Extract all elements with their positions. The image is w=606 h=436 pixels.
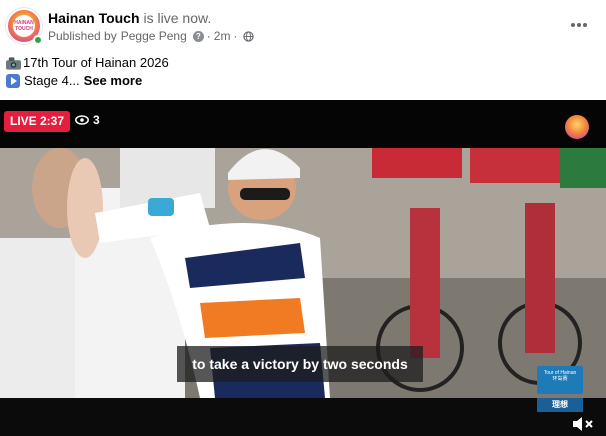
live-video-player[interactable]: LIVE 2:37 3 to take a victory by two sec… [0,100,606,436]
video-top-bar: LIVE 2:37 3 [0,100,606,148]
viewer-count-number: 3 [93,113,100,127]
sponsor-watermark: Tour of Hainan 环岛赛 理想 [537,366,583,414]
broadcaster-logo [565,115,589,139]
speaker-muted-icon[interactable] [571,414,595,434]
see-more-link[interactable]: See more [84,72,143,90]
meta-separator: · [206,29,211,43]
post-header: HAINAN TOUCH Hainan Touch is live now. Pu… [0,0,606,52]
more-options-icon[interactable] [568,14,590,36]
published-by-label: Published by [48,29,117,43]
live-badge: LIVE 2:37 [4,111,71,132]
live-status-text: is live now. [143,10,212,26]
post-text-line-2: Stage 4... See more [6,72,169,90]
post-body-text: Stage 4... [24,73,80,88]
header-meta-line: Published by Pegge Peng ? · 2m · [48,28,255,44]
online-status-dot [33,35,43,45]
post-text-line-1: 17th Tour of Hainan 2026 [6,54,169,72]
eye-icon [75,115,89,125]
video-bottom-strip [0,398,606,436]
header-title-line: Hainan Touch is live now. [48,9,211,27]
page-name-link[interactable]: Hainan Touch [48,10,140,26]
post-text: 17th Tour of Hainan 2026 Stage 4... See … [6,54,169,90]
meta-separator: · [233,29,238,43]
camera-emoji-icon [6,56,21,70]
tour-logo-text-cn: 环岛赛 [552,376,568,382]
post-time[interactable]: 2m [214,28,231,44]
play-button-emoji-icon [6,74,20,88]
video-subtitle: to take a victory by two seconds [177,346,423,382]
sponsor-logo: 理想 [537,398,583,412]
avatar-logo-text: HAINAN TOUCH [13,15,35,37]
info-icon[interactable]: ? [192,30,204,42]
post-title-text: 17th Tour of Hainan 2026 [23,55,169,70]
publisher-link[interactable]: Pegge Peng [121,28,187,44]
tour-logo: Tour of Hainan 环岛赛 [537,366,583,394]
globe-icon[interactable] [243,30,255,42]
viewer-count: 3 [75,113,100,127]
